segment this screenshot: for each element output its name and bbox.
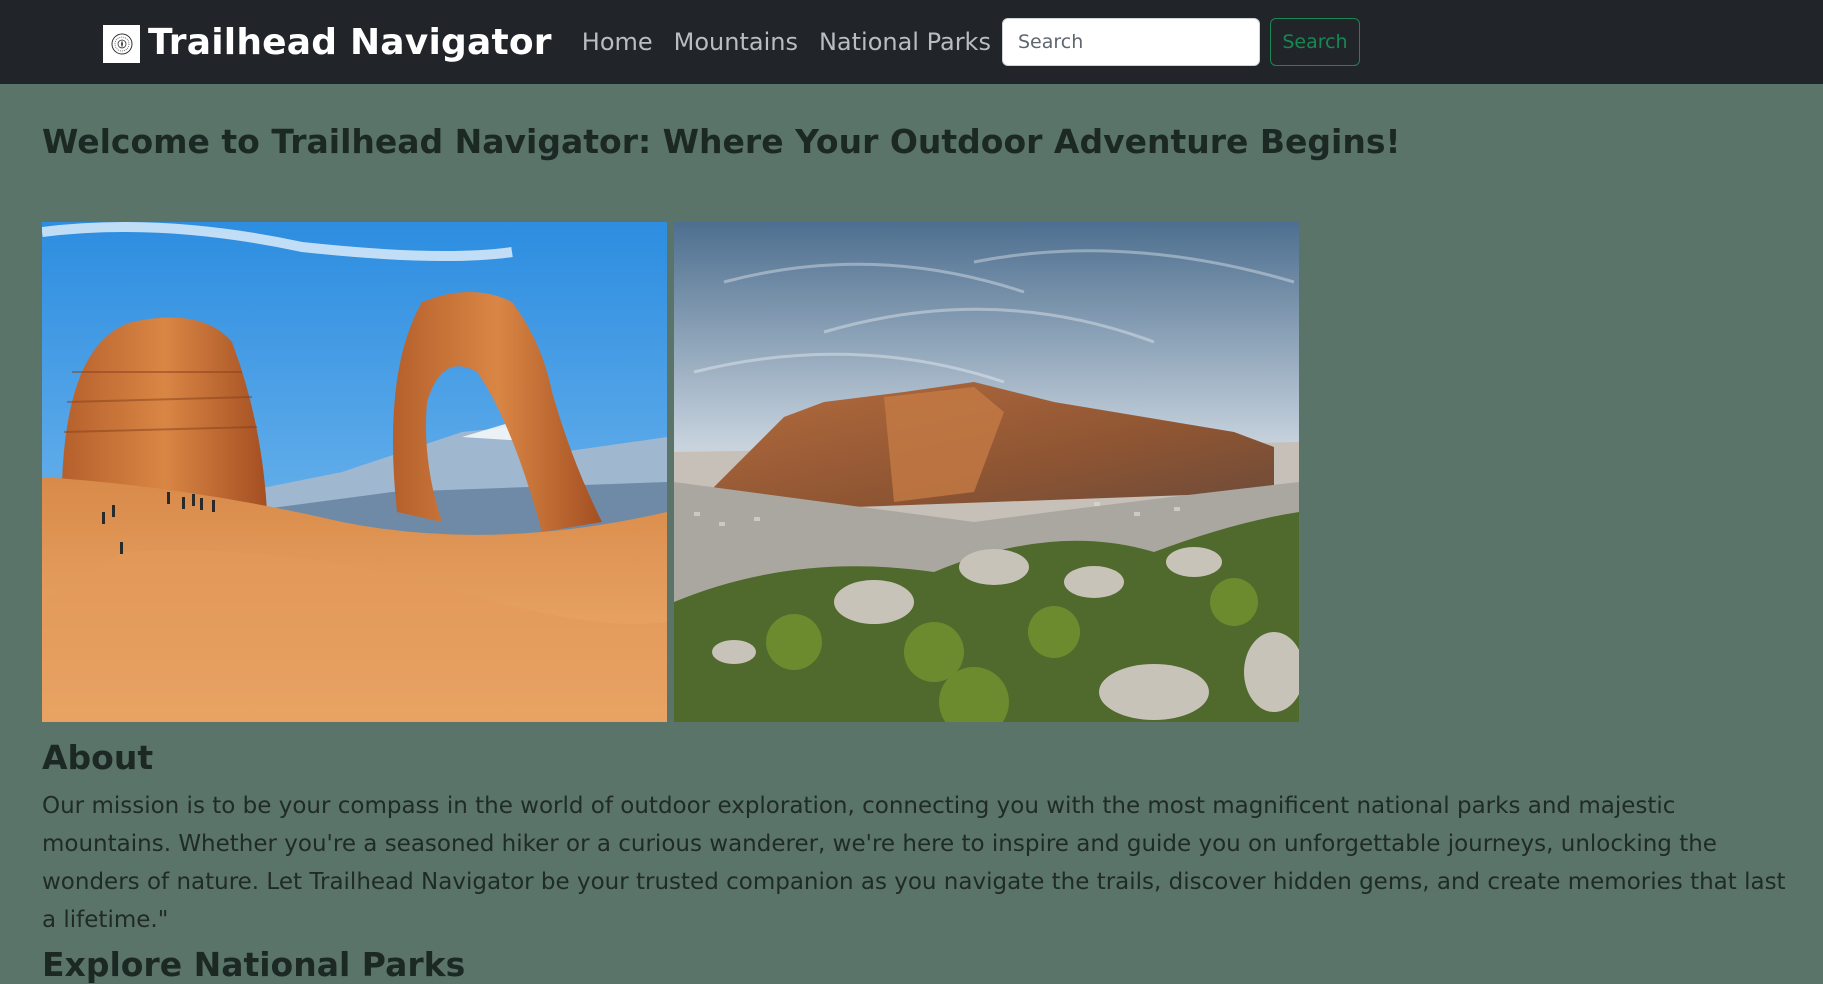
nav-link-home[interactable]: Home xyxy=(582,28,653,56)
compass-seal-icon xyxy=(103,25,140,63)
page-title: Welcome to Trailhead Navigator: Where Yo… xyxy=(42,122,1401,161)
about-heading: About xyxy=(42,738,154,777)
search-button[interactable]: Search xyxy=(1269,18,1360,66)
nav-link-national-parks[interactable]: National Parks xyxy=(819,28,991,56)
search-input[interactable] xyxy=(1001,18,1260,66)
delicate-arch-photo xyxy=(42,222,667,722)
brand[interactable]: Trailhead Navigator xyxy=(103,21,552,63)
brand-name: Trailhead Navigator xyxy=(148,21,552,63)
national-parks-heading: Explore National Parks xyxy=(42,945,466,984)
main-content: Welcome to Trailhead Navigator: Where Yo… xyxy=(0,84,1823,984)
about-paragraph: Our mission is to be your compass in the… xyxy=(42,793,1786,933)
photo-gallery xyxy=(42,222,1781,722)
top-navbar: Trailhead Navigator Home Mountains Natio… xyxy=(0,0,1823,84)
nav-link-mountains[interactable]: Mountains xyxy=(674,28,798,56)
table-mountain-photo xyxy=(674,222,1299,722)
